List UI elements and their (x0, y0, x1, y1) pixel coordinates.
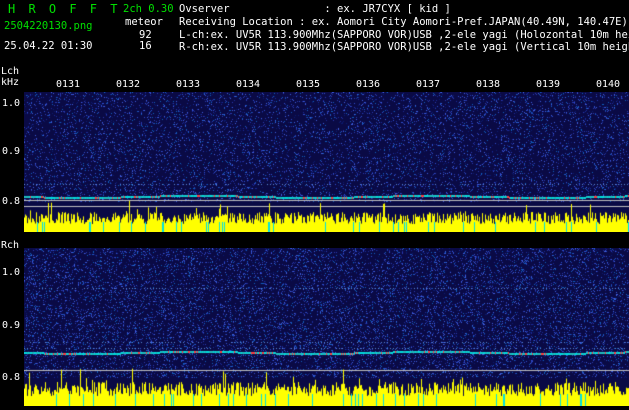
hroft-spectrogram-window: H R O F F T 2ch 0.30 2504220130.png mete… (0, 0, 629, 410)
rch-ytick-1-0: 1.0 (2, 267, 21, 278)
rch-meteor-count: 16 (139, 40, 152, 52)
time-tick-0136: 0136 (355, 79, 381, 90)
mode-label: 2ch 0.30 (123, 3, 174, 15)
rch-ytick-0-9: 0.9 (2, 320, 21, 331)
time-axis: 0131 0132 0133 0134 0135 0136 0137 0138 0139 0140 (0, 79, 629, 91)
time-tick-0137: 0137 (415, 79, 441, 90)
time-tick-0132: 0132 (115, 79, 141, 90)
rch-spectrogram (24, 248, 629, 406)
lch-ytick-0-8: 0.8 (2, 196, 21, 207)
time-tick-0140: 0140 (595, 79, 621, 90)
lch-ytick-0-9: 0.9 (2, 146, 21, 157)
time-tick-0135: 0135 (295, 79, 321, 90)
lch-spectrogram (24, 92, 629, 232)
lch-ytick-1-0: 1.0 (2, 98, 21, 109)
lch-meteor-count: 92 (139, 29, 152, 41)
datetime: 25.04.22 01:30 (4, 40, 93, 52)
filename: 2504220130.png (4, 20, 93, 32)
time-tick-0134: 0134 (235, 79, 261, 90)
lch-label: Lch (1, 66, 20, 77)
meteor-label: meteor (125, 16, 163, 28)
time-tick-0138: 0138 (475, 79, 501, 90)
rch-ytick-0-8: 0.8 (2, 372, 21, 383)
app-title: H R O F F T (8, 2, 121, 16)
rch-label: Rch (1, 240, 20, 251)
observer-line: Ovserver : ex. JR7CYX [ kid ] (179, 3, 451, 15)
time-tick-0139: 0139 (535, 79, 561, 90)
location-line: Receiving Location : ex. Aomori City Aom… (179, 16, 628, 28)
rch-config-line: R-ch:ex. UV5R 113.900Mhz(SAPPORO VOR)USB… (179, 41, 629, 53)
lch-config-line: L-ch:ex. UV5R 113.900Mhz(SAPPORO VOR)USB… (179, 29, 629, 41)
time-tick-0133: 0133 (175, 79, 201, 90)
time-tick-0131: 0131 (55, 79, 81, 90)
